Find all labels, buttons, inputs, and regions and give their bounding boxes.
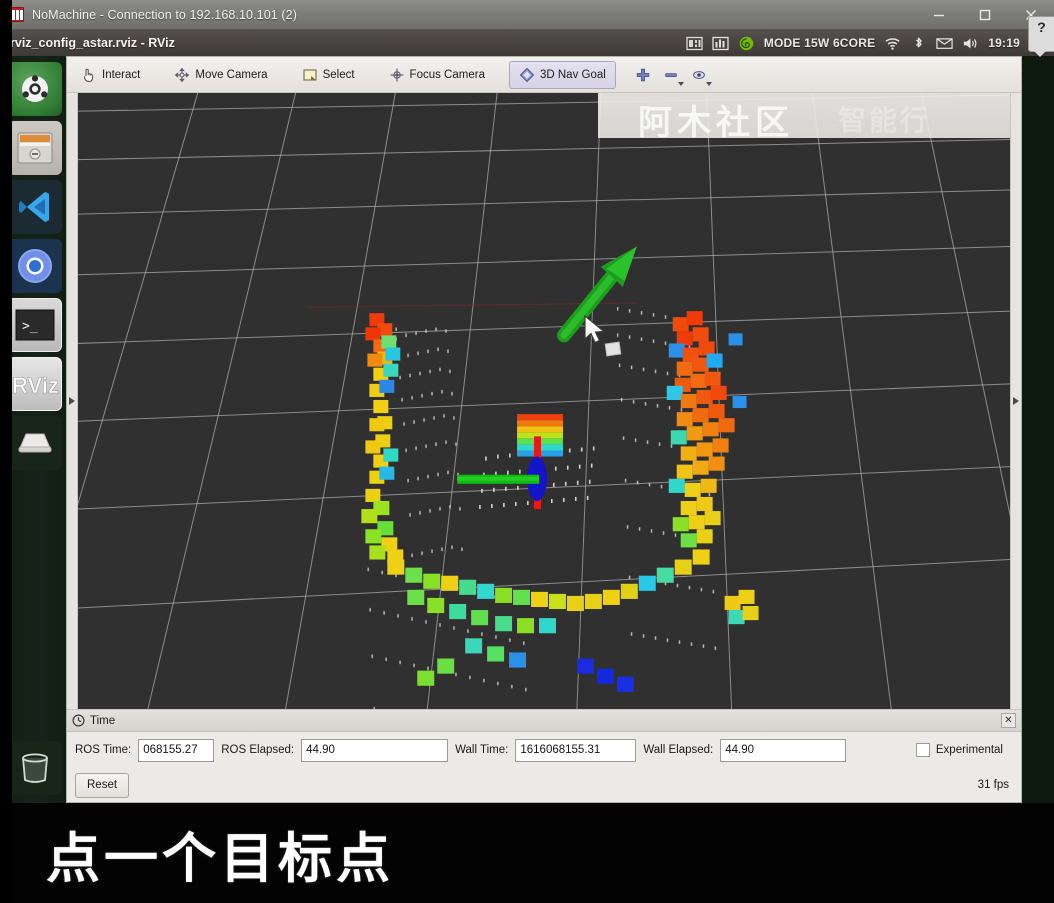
- nvidia-icon[interactable]: [738, 36, 755, 51]
- svg-text:>_: >_: [22, 319, 38, 334]
- tool-select[interactable]: Select: [292, 61, 365, 89]
- remove-tool-caret-icon[interactable]: [677, 81, 684, 86]
- tool-select-label: Select: [322, 68, 355, 81]
- time-panel-header: Time ✕: [67, 710, 1021, 732]
- window-title: NoMachine - Connection to 192.168.10.101…: [32, 7, 297, 22]
- time-panel: Time ✕ ROS Time: 068155.27 ROS Elapsed: …: [67, 709, 1021, 802]
- ros-elapsed-label: ROS Elapsed:: [221, 744, 295, 756]
- fps-label: 31 fps: [977, 779, 1009, 791]
- video-caption-bar: 点一个目标点: [0, 803, 1054, 903]
- experimental-label: Experimental: [935, 744, 1003, 756]
- ros-time-input[interactable]: 068155.27: [138, 738, 215, 762]
- tool-3d-nav-goal[interactable]: 3D Nav Goal: [508, 60, 616, 89]
- wall-elapsed-input[interactable]: 44.90: [720, 738, 847, 762]
- tool-focus-camera-label: Focus Camera: [409, 68, 485, 81]
- rviz-3d-scene: [78, 93, 1010, 709]
- disk-drive-icon: [18, 433, 52, 453]
- sidebar-item-vscode[interactable]: [8, 180, 62, 234]
- rviz-toolbar: Interact Move Camera Select Focus Camera…: [67, 57, 1021, 93]
- system-tray: MODE 15W 6CORE 19:19: [686, 36, 1054, 51]
- wifi-icon[interactable]: [884, 36, 901, 51]
- tool-3d-nav-goal-label: 3D Nav Goal: [539, 68, 606, 81]
- tool-move-camera-label: Move Camera: [195, 68, 268, 81]
- time-actions-row: Reset 31 fps: [67, 768, 1021, 802]
- tool-interact[interactable]: Interact: [71, 61, 150, 89]
- chromium-icon: [18, 249, 52, 283]
- ros-elapsed-input[interactable]: 44.90: [301, 738, 449, 762]
- add-tool-button[interactable]: [630, 62, 656, 88]
- active-window-title: rviz_config_astar.rviz - RViz: [10, 36, 175, 50]
- minimize-button[interactable]: [916, 0, 962, 29]
- sidebar-item-files[interactable]: [8, 121, 62, 175]
- unity-top-panel: rviz_config_astar.rviz - RViz MODE 15W 6…: [0, 30, 1054, 56]
- wall-elapsed-label: Wall Elapsed:: [643, 744, 714, 756]
- rviz-window: Interact Move Camera Select Focus Camera…: [66, 56, 1022, 803]
- select-rect-icon: [303, 68, 317, 81]
- rviz-render-area: 阿木社区 智能行: [67, 93, 1021, 709]
- ubuntu-desktop: rviz_config_astar.rviz - RViz MODE 15W 6…: [0, 30, 1054, 803]
- caption-text: 点一个目标点: [46, 826, 394, 890]
- tool-move-camera[interactable]: Move Camera: [164, 61, 277, 89]
- vscode-icon: [19, 192, 49, 222]
- system-monitor-icon[interactable]: [686, 36, 703, 51]
- sidebar-item-rviz[interactable]: RViz: [8, 357, 62, 411]
- wall-time-input[interactable]: 1616068155.31: [515, 738, 637, 762]
- maximize-button[interactable]: [962, 0, 1008, 29]
- chevron-right-icon-right: [1013, 397, 1019, 405]
- ubuntu-logo-icon: [22, 75, 48, 102]
- sidebar-item-ubuntu-dash[interactable]: [8, 62, 62, 116]
- wall-time-label: Wall Time:: [455, 744, 509, 756]
- rviz-icon: RViz: [12, 373, 59, 399]
- chevron-right-icon: [69, 397, 75, 405]
- focus-camera-icon: [390, 68, 403, 81]
- sidebar-item-terminal[interactable]: >_: [8, 298, 62, 352]
- screen-root: NoMachine - Connection to 192.168.10.101…: [0, 0, 1054, 903]
- minus-icon: [665, 72, 677, 77]
- expand-right-panel-handle[interactable]: [1010, 93, 1021, 709]
- volume-icon[interactable]: [962, 36, 979, 51]
- tool-properties-caret-icon[interactable]: [705, 81, 712, 86]
- remove-tool-button[interactable]: [658, 62, 684, 88]
- move-camera-icon: [175, 67, 190, 82]
- nomachine-titlebar: NoMachine - Connection to 192.168.10.101…: [0, 0, 1054, 30]
- sidebar-item-disk[interactable]: [8, 416, 62, 470]
- tool-properties-icon: [692, 70, 705, 79]
- time-panel-close-button[interactable]: ✕: [1001, 713, 1016, 728]
- ros-time-label: ROS Time:: [75, 744, 132, 756]
- power-mode-label: MODE 15W 6CORE: [763, 36, 876, 50]
- expand-left-panel-handle[interactable]: [67, 93, 78, 709]
- clock-label[interactable]: 19:19: [988, 36, 1020, 50]
- rviz-3d-viewport[interactable]: 阿木社区 智能行: [78, 93, 1010, 709]
- sidebar-item-chromium[interactable]: [8, 239, 62, 293]
- bluetooth-icon[interactable]: [910, 36, 927, 51]
- mail-icon[interactable]: [936, 36, 953, 51]
- svg-text:RViz: RViz: [12, 373, 59, 398]
- left-letterbox-edge: [0, 0, 12, 903]
- terminal-icon: >_: [15, 309, 55, 341]
- reset-button[interactable]: Reset: [75, 772, 130, 798]
- time-fields-row: ROS Time: 068155.27 ROS Elapsed: 44.90 W…: [67, 732, 1021, 768]
- tool-focus-camera[interactable]: Focus Camera: [379, 61, 495, 89]
- time-panel-title: Time: [90, 714, 116, 727]
- experimental-checkbox[interactable]: [915, 743, 930, 757]
- chart-icon[interactable]: [712, 36, 729, 51]
- sidebar-item-trash[interactable]: [8, 741, 62, 795]
- help-label: ?: [1037, 19, 1046, 35]
- hand-pointer-icon: [83, 68, 94, 82]
- trash-icon: [22, 753, 48, 783]
- experimental-checkbox-group[interactable]: Experimental: [915, 743, 1013, 757]
- clock-icon: [72, 714, 85, 727]
- nav-goal-diamond-icon: [519, 67, 535, 82]
- nomachine-help-tab[interactable]: ?: [1028, 16, 1054, 57]
- goal-handle-marker: [604, 341, 622, 357]
- tool-interact-label: Interact: [102, 68, 141, 81]
- plus-icon: [636, 68, 650, 81]
- file-manager-icon: [17, 132, 53, 164]
- tool-properties-button[interactable]: [686, 62, 712, 88]
